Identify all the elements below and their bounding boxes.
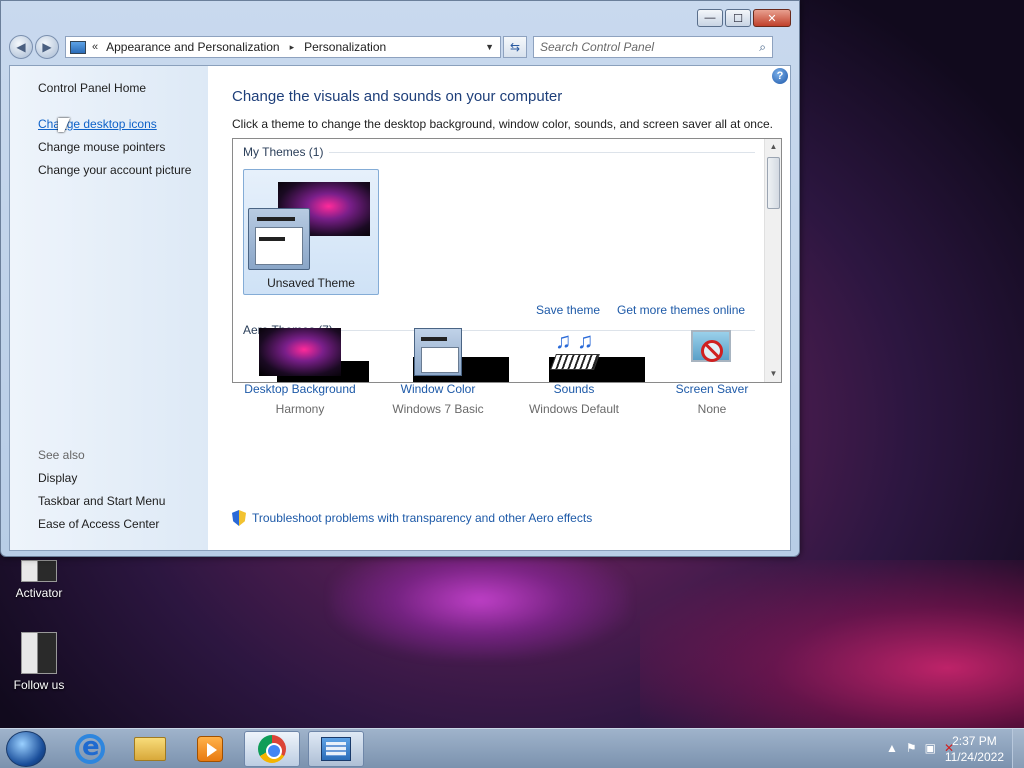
- desktop-icon-follow-us[interactable]: Follow us: [4, 632, 74, 692]
- option-value: Harmony: [275, 402, 325, 416]
- sidebar-change-mouse-pointers[interactable]: Change mouse pointers: [38, 140, 165, 154]
- wallpaper-icon: [259, 328, 341, 376]
- option-sounds[interactable]: ♫ ♫ Sounds Windows Default: [509, 328, 639, 416]
- troubleshoot-link[interactable]: Troubleshoot problems with transparency …: [252, 511, 592, 525]
- window-color-icon: [414, 328, 462, 376]
- option-label[interactable]: Screen Saver: [647, 382, 777, 396]
- control-panel-icon: [70, 40, 86, 54]
- option-value: Windows 7 Basic: [392, 402, 484, 416]
- clock-time: 2:37 PM: [952, 734, 997, 748]
- see-also-taskbar-start-menu[interactable]: Taskbar and Start Menu: [38, 494, 165, 508]
- address-dropdown-icon[interactable]: ▼: [485, 42, 494, 52]
- option-label[interactable]: Sounds: [509, 382, 639, 396]
- see-also-display[interactable]: Display: [38, 471, 77, 485]
- taskbar-file-explorer[interactable]: [122, 731, 178, 767]
- taskbar: ▲ ⚑ ▣ ✕ 2:37 PM 11/24/2022: [0, 728, 1024, 768]
- personalization-window: — ☐ ✕ ◀ ▶ « Appearance and Personalizati…: [0, 0, 800, 557]
- clock[interactable]: 2:37 PM 11/24/2022: [945, 733, 1004, 765]
- mouse-cursor-icon: [58, 118, 70, 132]
- address-bar[interactable]: « Appearance and Personalization ▸ Perso…: [65, 36, 501, 58]
- wallpaper-glow: [330, 540, 630, 660]
- option-value: None: [697, 402, 727, 416]
- desktop-icon-label: Activator: [15, 586, 63, 600]
- media-player-icon: [197, 736, 223, 762]
- main-pane: ? Change the visuals and sounds on your …: [208, 66, 790, 550]
- close-button[interactable]: ✕: [753, 9, 791, 27]
- breadcrumb-personalization[interactable]: Personalization: [304, 40, 386, 54]
- navigation-bar: ◀ ▶ « Appearance and Personalization ▸ P…: [9, 35, 791, 59]
- theme-unsaved[interactable]: Unsaved Theme: [243, 169, 379, 295]
- search-placeholder: Search Control Panel: [540, 40, 655, 54]
- desktop-icon-activator[interactable]: Activator: [4, 560, 74, 600]
- network-icon[interactable]: ▣: [925, 741, 936, 755]
- taskbar-internet-explorer[interactable]: [62, 731, 118, 767]
- taskbar-chrome[interactable]: [244, 731, 300, 767]
- show-desktop-button[interactable]: [1012, 729, 1024, 768]
- option-label[interactable]: Window Color: [373, 382, 503, 396]
- breadcrumb-appearance[interactable]: Appearance and Personalization: [106, 40, 279, 54]
- see-also-heading: See also: [38, 448, 85, 462]
- option-value: Windows Default: [528, 402, 620, 416]
- sidebar: Control Panel Home Change desktop icons …: [10, 66, 208, 550]
- sidebar-change-desktop-icons[interactable]: Change desktop icons: [38, 117, 157, 131]
- activator-icon: [21, 560, 57, 582]
- folder-icon: [134, 737, 166, 761]
- help-icon[interactable]: ?: [772, 68, 788, 84]
- maximize-button[interactable]: ☐: [725, 9, 751, 27]
- page-title: Change the visuals and sounds on your co…: [232, 88, 563, 105]
- option-desktop-background[interactable]: Desktop Background Harmony: [235, 328, 365, 416]
- theme-name: Unsaved Theme: [267, 276, 355, 290]
- search-input[interactable]: Search Control Panel ⌕: [533, 36, 773, 58]
- sounds-icon: ♫ ♫: [549, 328, 600, 376]
- scroll-thumb[interactable]: [767, 157, 780, 209]
- forward-button[interactable]: ▶: [35, 35, 59, 59]
- group-divider: [329, 152, 755, 153]
- option-label[interactable]: Desktop Background: [235, 382, 365, 396]
- control-panel-icon: [321, 737, 351, 761]
- refresh-button[interactable]: ⇆: [503, 36, 527, 58]
- save-theme-link[interactable]: Save theme: [536, 303, 600, 317]
- option-screen-saver[interactable]: Screen Saver None: [647, 328, 777, 416]
- system-tray: ▲ ⚑ ▣ ✕: [886, 741, 954, 755]
- content-area: Control Panel Home Change desktop icons …: [9, 65, 791, 551]
- back-button[interactable]: ◀: [9, 35, 33, 59]
- wallpaper-glow-right: [640, 560, 1024, 740]
- internet-explorer-icon: [75, 732, 105, 764]
- action-center-flag-icon[interactable]: ⚑: [906, 741, 917, 755]
- search-icon[interactable]: ⌕: [759, 40, 766, 55]
- desktop-icon-label: Follow us: [13, 678, 65, 692]
- title-bar[interactable]: — ☐ ✕: [1, 1, 799, 33]
- follow-us-icon: [21, 632, 57, 674]
- show-hidden-icons-icon[interactable]: ▲: [886, 741, 898, 755]
- taskbar-media-player[interactable]: [182, 731, 238, 767]
- get-more-themes-link[interactable]: Get more themes online: [617, 303, 745, 317]
- see-also-ease-of-access[interactable]: Ease of Access Center: [38, 517, 159, 531]
- page-description: Click a theme to change the desktop back…: [232, 117, 773, 131]
- screen-saver-icon: [689, 328, 735, 376]
- breadcrumb-overflow-chevron[interactable]: «: [92, 41, 98, 53]
- window-controls: — ☐ ✕: [697, 9, 791, 27]
- taskbar-control-panel[interactable]: [308, 731, 364, 767]
- troubleshoot-row[interactable]: Troubleshoot problems with transparency …: [232, 510, 592, 526]
- chrome-icon: [258, 735, 286, 763]
- theme-window-preview: [248, 208, 310, 270]
- sidebar-change-account-picture[interactable]: Change your account picture: [38, 163, 191, 177]
- option-window-color[interactable]: Window Color Windows 7 Basic: [373, 328, 503, 416]
- sidebar-control-panel-home[interactable]: Control Panel Home: [38, 81, 146, 95]
- start-button[interactable]: [6, 731, 46, 767]
- breadcrumb-separator-icon[interactable]: ▸: [290, 42, 295, 53]
- clock-date: 11/24/2022: [944, 750, 1004, 764]
- scroll-up-icon[interactable]: ▲: [765, 139, 781, 155]
- my-themes-heading: My Themes (1): [243, 145, 324, 159]
- shield-icon: [232, 510, 246, 526]
- minimize-button[interactable]: —: [697, 9, 723, 27]
